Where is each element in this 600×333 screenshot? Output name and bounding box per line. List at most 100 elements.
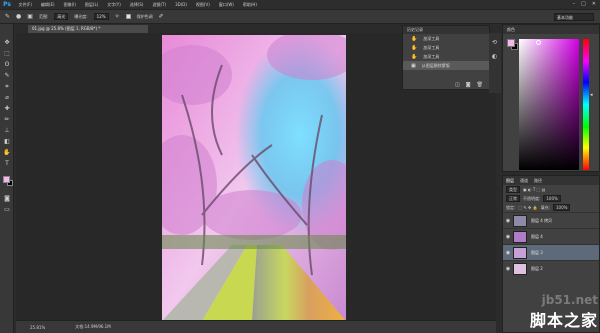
eye-icon[interactable]: ◉ <box>503 250 513 256</box>
menu-view[interactable]: 视图(V) <box>191 2 214 8</box>
crop-tool-icon[interactable]: ⌗ <box>2 82 12 91</box>
history-item[interactable]: ✋ 加深工具 <box>403 34 489 43</box>
minimize-button[interactable]: – <box>573 1 576 7</box>
menu-select[interactable]: 选择(S) <box>125 2 148 8</box>
document-info: 文档:14.9M/96.1M <box>75 324 111 329</box>
layer-row-selected[interactable]: ◉ 图层 3 <box>503 244 599 260</box>
menu-3d[interactable]: 3D(D) <box>171 2 192 7</box>
eye-icon[interactable]: ◉ <box>503 266 513 272</box>
history-item-label: 从图层删除蒙版 <box>421 62 450 68</box>
eye-icon[interactable]: ◉ <box>503 234 513 240</box>
watermark-name: 脚本之家 <box>529 311 598 330</box>
layer-name: 图层 3 <box>531 249 543 255</box>
options-bar: ✎ ● ▣ 范围: 高光 曝光度: 12% ✧ 保护色调 ✐ 基本功能 <box>0 9 600 24</box>
burn-tool-icon[interactable]: ✋ <box>2 148 12 157</box>
exposure-input[interactable]: 12% <box>93 13 109 20</box>
layer-row[interactable]: ◉ 图层 4 <box>503 228 599 244</box>
brush-tool-icon[interactable]: ✏ <box>2 115 12 124</box>
zoom-level[interactable]: 25.81% <box>30 325 45 330</box>
history-item[interactable]: ✋ 加深工具 <box>403 43 489 52</box>
photo-image <box>162 35 346 321</box>
marquee-tool-icon[interactable]: ⬚ <box>2 49 12 58</box>
pressure-icon[interactable]: ✐ <box>159 13 164 20</box>
menu-layer[interactable]: 图层(L) <box>80 2 102 8</box>
clone-stamp-tool-icon[interactable]: ⊥ <box>2 126 12 135</box>
new-document-from-state-icon[interactable]: ◫ <box>455 82 460 88</box>
menu-file[interactable]: 文件(F) <box>14 2 36 8</box>
protect-tones-checkbox[interactable] <box>125 14 131 19</box>
menu-window[interactable]: 窗口(W) <box>214 2 238 8</box>
history-item[interactable]: ✋ 加深工具 <box>403 52 489 61</box>
maximize-button[interactable]: □ <box>581 1 586 7</box>
range-select[interactable]: 高光 <box>54 13 69 20</box>
cherry-blossom-photo <box>162 35 346 321</box>
workspace-select[interactable]: 基本功能 <box>554 13 594 21</box>
photoshop-logo: Ps <box>3 1 11 8</box>
blend-row: 正常 不透明度: 100% <box>503 194 599 203</box>
history-panel-header[interactable]: 历史记录 <box>403 26 489 34</box>
collapsed-panel-dock: ⟲ ◐ <box>489 33 501 93</box>
fill-input[interactable]: 100% <box>553 204 571 211</box>
layer-name: 图层 4 拷贝 <box>531 217 553 223</box>
airbrush-icon[interactable]: ✧ <box>115 13 120 20</box>
site-watermark: jb51.net 脚本之家 <box>530 293 598 331</box>
camera-snapshot-icon[interactable]: ◙ <box>466 82 471 88</box>
move-tool-icon[interactable]: ✥ <box>2 38 12 47</box>
color-picker-marker[interactable] <box>536 40 541 45</box>
layer-thumbnail <box>513 246 527 259</box>
layer-row[interactable]: ◉ 图层 4 拷贝 <box>503 212 599 228</box>
eraser-tool-icon[interactable]: ◧ <box>2 137 12 146</box>
watermark-domain: jb51.net <box>541 293 598 307</box>
menu-image[interactable]: 图像(I) <box>59 2 80 8</box>
brush-preset-icon[interactable]: ● <box>16 13 21 20</box>
layer-filter-row: 类型 ▣ ◐ T ⬚ ▤ <box>503 185 599 194</box>
document-tab[interactable]: 01.jpg @ 25.8% (图层 1, RGB/8*) * <box>28 25 148 33</box>
tab-layers[interactable]: 图层 <box>506 178 514 184</box>
eyedropper-tool-icon[interactable]: ⌀ <box>2 93 12 102</box>
menu-filter[interactable]: 滤镜(T) <box>148 2 171 8</box>
quick-mask-icon[interactable]: ◙ <box>2 194 12 203</box>
color-field[interactable] <box>519 39 579 170</box>
foreground-color-swatch[interactable] <box>3 176 10 183</box>
healing-brush-tool-icon[interactable]: ✚ <box>2 104 12 113</box>
menu-help[interactable]: 帮助(H) <box>238 2 261 8</box>
tab-channels[interactable]: 通道 <box>520 178 528 184</box>
history-item-label: 加深工具 <box>423 35 440 41</box>
brush-panel-icon[interactable]: ▣ <box>27 13 33 20</box>
lock-icons[interactable]: ⬚ ✎ ✥ 🔒 <box>518 205 537 210</box>
layer-row[interactable]: ◉ 图层 2 <box>503 260 599 276</box>
close-button[interactable]: ✕ <box>592 1 596 7</box>
menu-edit[interactable]: 编辑(E) <box>36 2 59 8</box>
layer-name: 图层 4 <box>531 233 543 239</box>
quick-select-tool-icon[interactable]: ✎ <box>2 71 12 80</box>
opacity-input[interactable]: 100% <box>543 195 561 202</box>
burn-tool-icon[interactable]: ✎ <box>5 13 10 20</box>
tools-panel: ✥ ⬚ ʘ ✎ ⌗ ⌀ ✚ ✏ ⊥ ◧ ✋ T ◙ ▭ <box>0 24 14 333</box>
history-item-current[interactable]: ▣ 从图层删除蒙版 <box>403 61 489 70</box>
history-item-label: 加深工具 <box>423 53 440 59</box>
lasso-tool-icon[interactable]: ʘ <box>2 60 12 69</box>
adjustments-panel-icon[interactable]: ◐ <box>492 53 497 60</box>
layers-panel-tabs: 图层 通道 路径 <box>503 176 599 185</box>
blend-mode-select[interactable]: 正常 <box>506 195 520 202</box>
exposure-label: 曝光度: <box>74 13 88 19</box>
layer-mask-icon: ▣ <box>411 62 416 69</box>
status-bar: 25.81% 文档:14.9M/96.1M <box>16 320 496 333</box>
hue-slider[interactable] <box>583 39 589 170</box>
menu-type[interactable]: 文字(Y) <box>103 2 126 8</box>
fill-label: 填充: <box>540 204 550 210</box>
history-panel-actions: ◫ ◙ 🗑 <box>403 80 489 89</box>
history-panel-icon[interactable]: ⟲ <box>492 39 497 46</box>
history-panel: 历史记录 ✋ 加深工具 ✋ 加深工具 ✋ 加深工具 ▣ 从图层删除蒙版 ◫ ◙ … <box>402 25 490 90</box>
layer-kind-filter[interactable]: 类型 <box>506 186 520 193</box>
eye-icon[interactable]: ◉ <box>503 218 513 224</box>
trash-icon[interactable]: 🗑 <box>477 82 483 88</box>
color-panel-header[interactable]: 颜色 <box>503 25 599 34</box>
foreground-color-swatch[interactable] <box>507 39 515 47</box>
text-tool-icon[interactable]: T <box>2 159 12 168</box>
tab-paths[interactable]: 路径 <box>534 178 542 184</box>
filter-icons[interactable]: ▣ ◐ T ⬚ ▤ <box>523 187 545 192</box>
layer-thumbnail <box>513 262 527 275</box>
hue-slider-handle[interactable]: ◂ <box>590 92 593 98</box>
screen-mode-icon[interactable]: ▭ <box>2 205 12 214</box>
